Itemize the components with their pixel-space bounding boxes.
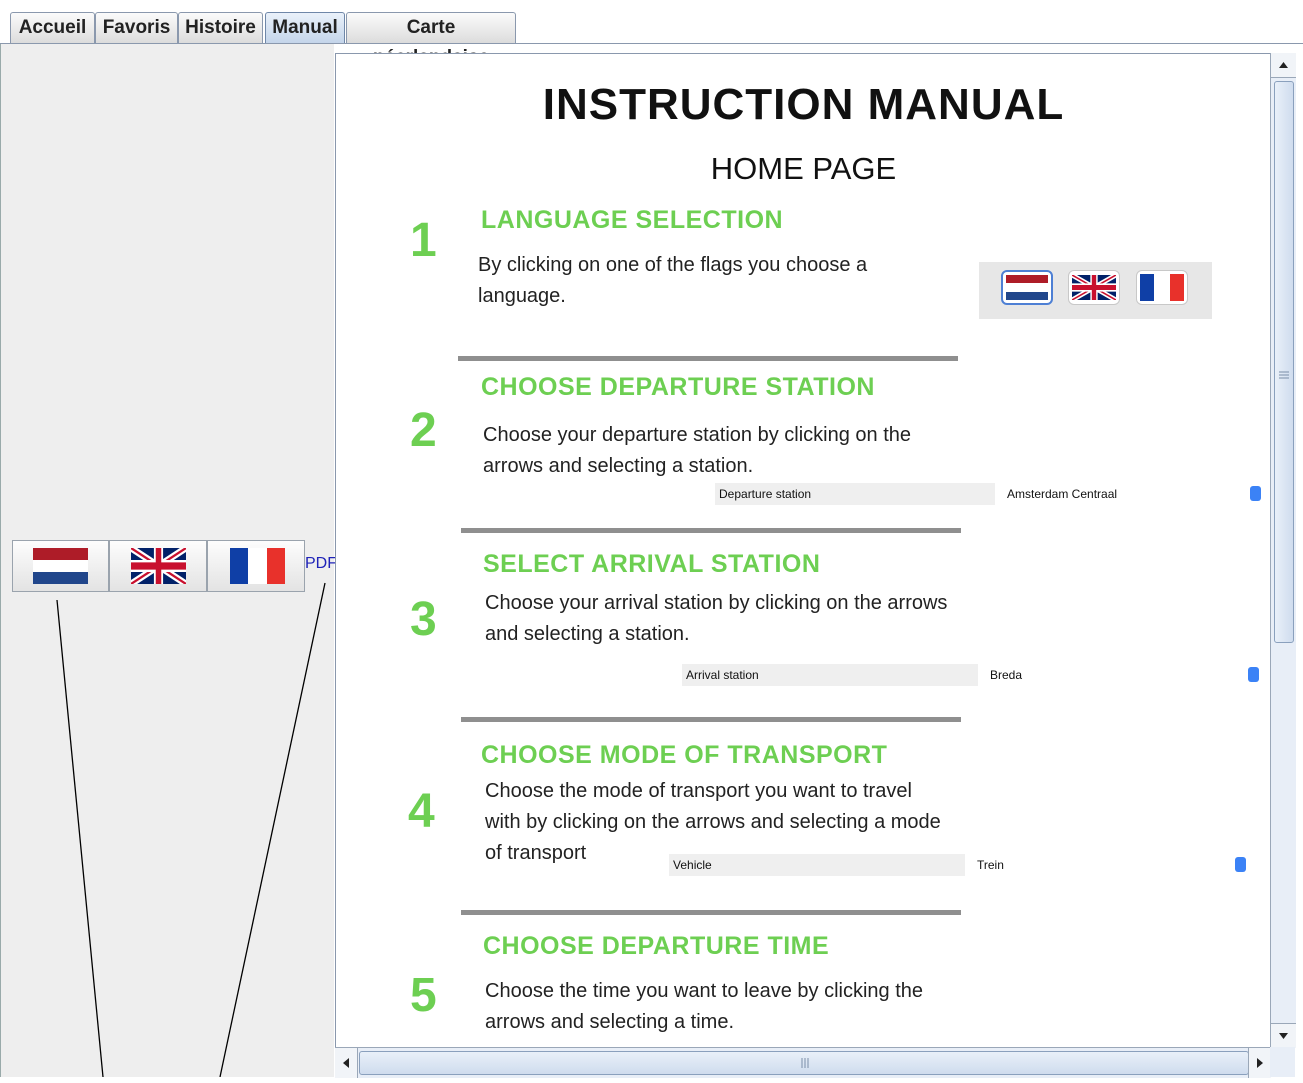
netherlands-flag-icon	[1006, 275, 1048, 300]
scrollbar-corner	[1270, 1047, 1295, 1077]
scroll-right-button[interactable]	[1248, 1048, 1271, 1078]
tab-bar: Accueil Favoris Histoire Manual Carte né…	[0, 0, 1303, 68]
section-divider	[461, 528, 961, 533]
vertical-scrollbar[interactable]	[1270, 53, 1296, 1048]
preview-french-flag	[1136, 270, 1188, 305]
manual-title: INSTRUCTION MANUAL	[542, 80, 1065, 129]
dropdown-arrow-icon	[1250, 486, 1261, 501]
language-flags-preview	[979, 262, 1212, 319]
dropdown-label: Vehicle	[669, 854, 965, 876]
section-text: Choose your departure station by clickin…	[483, 424, 912, 477]
uk-flag-icon	[1072, 275, 1116, 300]
arrow-down-icon	[1279, 1033, 1288, 1039]
horizontal-scrollbar[interactable]	[335, 1047, 1271, 1078]
section-divider	[458, 356, 958, 361]
dropdown-value: Amsterdam Centraal	[997, 483, 1265, 505]
manual-subtitle: HOME PAGE	[710, 151, 897, 186]
section-heading: LANGUAGE SELECTION	[481, 206, 784, 234]
france-flag-icon	[1140, 274, 1184, 301]
step-number: 2	[410, 404, 437, 457]
section-text: Choose your arrival station by clicking …	[485, 592, 948, 645]
vehicle-dropdown: Vehicle Trein	[669, 854, 1251, 876]
section-heading: CHOOSE DEPARTURE STATION	[481, 373, 875, 401]
arrow-up-icon	[1279, 62, 1288, 68]
section-heading: SELECT ARRIVAL STATION	[483, 550, 821, 578]
section-text: By clicking on one of the flags you choo…	[478, 254, 868, 307]
departure-station-dropdown: Departure station Amsterdam Centraal	[715, 483, 1265, 505]
scroll-down-button[interactable]	[1271, 1023, 1296, 1048]
france-flag-icon	[230, 548, 285, 584]
language-button-english[interactable]	[109, 540, 207, 592]
preview-dutch-flag	[1001, 270, 1053, 305]
step-number: 1	[410, 214, 437, 267]
section-divider	[461, 717, 961, 722]
preview-uk-flag	[1068, 270, 1120, 305]
dropdown-arrow-icon	[1235, 857, 1246, 872]
language-button-french[interactable]	[207, 540, 305, 592]
section-heading: CHOOSE DEPARTURE TIME	[483, 932, 830, 960]
grip-icon	[801, 1058, 809, 1068]
scroll-up-button[interactable]	[1271, 53, 1296, 78]
language-button-dutch[interactable]	[12, 540, 109, 592]
grip-icon	[1279, 371, 1289, 379]
section-text: Choose the time you want to leave by cli…	[485, 980, 924, 1033]
horizontal-scroll-thumb[interactable]	[359, 1051, 1249, 1075]
tab-accueil[interactable]: Accueil	[10, 12, 95, 43]
dropdown-value: Trein	[967, 854, 1251, 876]
tab-favoris[interactable]: Favoris	[95, 12, 178, 43]
dropdown-value: Breda	[980, 664, 1264, 686]
step-number: 5	[410, 969, 437, 1022]
section-divider	[461, 910, 961, 915]
section-heading: CHOOSE MODE OF TRANSPORT	[481, 741, 888, 769]
dropdown-arrow-icon	[1248, 667, 1259, 682]
tab-manual[interactable]: Manual	[265, 12, 345, 43]
scroll-left-button[interactable]	[335, 1048, 358, 1078]
tab-carte-neerlandaise[interactable]: Carte néerlandaise	[346, 12, 516, 68]
netherlands-flag-icon	[33, 548, 88, 584]
uk-flag-icon	[131, 548, 186, 584]
arrival-station-dropdown: Arrival station Breda	[682, 664, 1264, 686]
pdf-link[interactable]: PDF	[305, 555, 337, 573]
arrow-right-icon	[1257, 1058, 1263, 1068]
tab-histoire[interactable]: Histoire	[178, 12, 263, 43]
step-number: 3	[410, 593, 437, 646]
dropdown-label: Arrival station	[682, 664, 978, 686]
dropdown-label: Departure station	[715, 483, 995, 505]
arrow-left-icon	[343, 1058, 349, 1068]
step-number: 4	[408, 785, 435, 838]
vertical-scroll-thumb[interactable]	[1274, 81, 1294, 643]
